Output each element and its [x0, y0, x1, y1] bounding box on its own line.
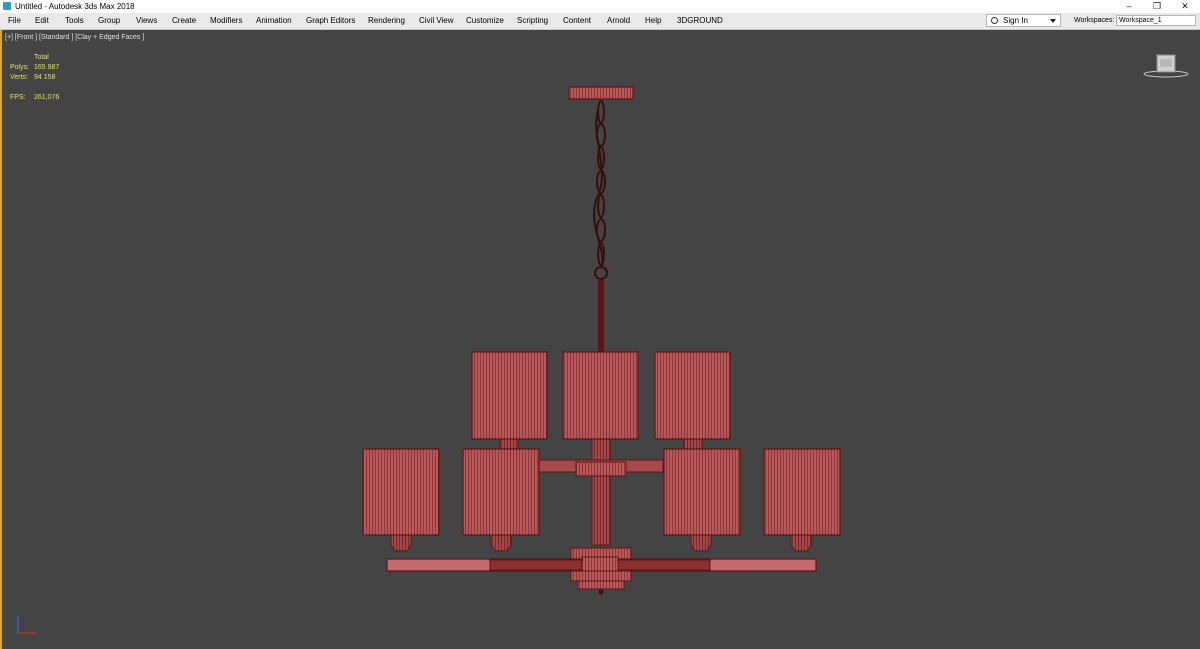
- axis-tripod-icon: [17, 616, 36, 634]
- chandelier-mesh[interactable]: [0, 0, 1200, 649]
